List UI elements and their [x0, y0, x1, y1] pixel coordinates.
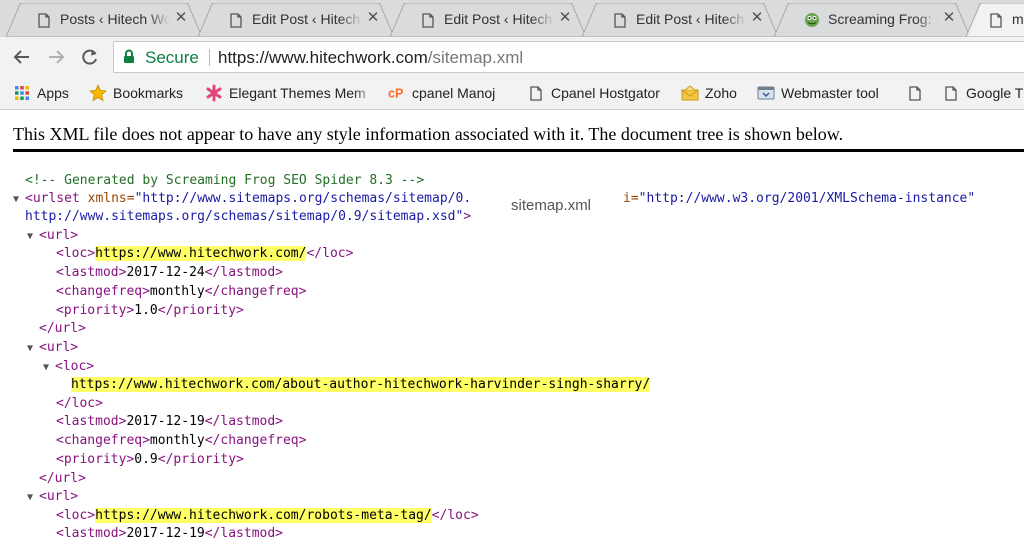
apps-grid-icon	[13, 84, 31, 102]
collapse-triangle-icon[interactable]: ▼	[27, 489, 39, 507]
tab-title: Edit Post ‹ Hitech W	[444, 11, 554, 27]
url-origin: https://www.hitechwork.com	[218, 48, 428, 67]
bookmark-label: Google T	[966, 85, 1024, 101]
xml-url-open[interactable]: ▼ <url>	[27, 488, 78, 506]
page-icon	[942, 84, 960, 102]
xml-loc: <loc>https://www.hitechwork.com/</loc>	[56, 246, 354, 261]
xml-urlset-attr2: i="http://www.w3.org/2001/XMLSchema-inst…	[623, 191, 976, 206]
tab-strip: Posts ‹ Hitech Wor ✕ Edit Post ‹ Hitech …	[0, 0, 1024, 37]
tab-edit-post-2[interactable]: Edit Post ‹ Hitech W ✕	[390, 3, 586, 37]
omnibox-divider	[209, 49, 210, 66]
page-icon	[906, 84, 924, 102]
close-icon[interactable]: ✕	[172, 9, 190, 27]
cpanel-icon: cP	[388, 84, 406, 102]
reload-icon	[82, 49, 97, 65]
close-icon[interactable]: ✕	[940, 9, 958, 27]
loc-value: https://www.hitechwork.com/	[95, 246, 307, 261]
back-button[interactable]	[10, 45, 34, 69]
tab-edit-post-1[interactable]: Edit Post ‹ Hitech W ✕	[198, 3, 394, 37]
page-icon	[612, 12, 628, 28]
star-icon	[89, 84, 107, 102]
xml-lastmod: <lastmod>2017-12-19</lastmod>	[56, 526, 284, 541]
svg-text:cP: cP	[388, 87, 403, 101]
collapse-triangle-icon[interactable]: ▼	[27, 228, 39, 246]
forward-arrow-icon	[49, 50, 65, 64]
tab-screaming-frog[interactable]: Screaming Frog: S ✕	[774, 3, 970, 37]
bookmark-cpanel-hostgator[interactable]: Cpanel Hostgator	[527, 84, 660, 102]
bookmark-label: Cpanel Hostgator	[551, 85, 660, 101]
bookmarks-bar: Apps Bookmarks Elegant Themes Mem cP cpa…	[0, 77, 1024, 110]
bookmark-bookmarks[interactable]: Bookmarks	[89, 84, 183, 102]
url-text: https://www.hitechwork.com/sitemap.xml	[218, 48, 523, 68]
xml-url-close: </url>	[39, 321, 86, 336]
xml-loc-value: https://www.hitechwork.com/about-author-…	[71, 376, 651, 394]
bookmark-apps[interactable]: Apps	[13, 84, 69, 102]
secure-label: Secure	[145, 48, 199, 67]
elegant-themes-icon	[205, 84, 223, 102]
bookmark-label: Bookmarks	[113, 85, 184, 101]
bookmark-google[interactable]: Google T	[942, 84, 1023, 102]
xml-lastmod: <lastmod>2017-12-19</lastmod>	[56, 414, 284, 429]
page-icon	[527, 84, 545, 102]
bookmark-elegant-themes[interactable]: Elegant Themes Mem	[205, 84, 375, 102]
bookmark-label: Elegant Themes Mem	[229, 85, 366, 101]
close-icon[interactable]: ✕	[748, 9, 766, 27]
collapse-triangle-icon[interactable]: ▼	[27, 340, 39, 358]
page-icon	[36, 12, 52, 28]
tab-title: m	[1012, 11, 1024, 27]
xml-loc-open[interactable]: ▼ <loc>	[43, 358, 94, 376]
close-icon[interactable]: ✕	[556, 9, 574, 27]
loc-value: https://www.hitechwork.com/about-author-…	[71, 377, 651, 392]
page-content: This XML file does not appear to have an…	[0, 110, 1024, 545]
collapse-triangle-icon[interactable]: ▼	[13, 191, 25, 209]
tab-title: Screaming Frog: S	[828, 11, 938, 27]
xml-priority: <priority>0.9</priority>	[56, 452, 244, 467]
xml-changefreq: <changefreq>monthly</changefreq>	[56, 433, 307, 448]
zoho-icon	[681, 84, 699, 102]
tab-title: Edit Post ‹ Hitech W	[252, 11, 362, 27]
xml-loc-close: </loc>	[56, 396, 103, 411]
xml-comment: <!-- Generated by Screaming Frog SEO Spi…	[25, 173, 425, 188]
tab-posts[interactable]: Posts ‹ Hitech Wor ✕	[6, 3, 202, 37]
xml-lastmod: <lastmod>2017-12-24</lastmod>	[56, 265, 284, 280]
xml-urlset-open[interactable]: ▼ <urlset xmlns="http://www.sitemaps.org/…	[13, 190, 471, 208]
reload-button[interactable]	[78, 45, 102, 69]
close-icon[interactable]: ✕	[364, 9, 382, 27]
xml-url-open[interactable]: ▼ <url>	[27, 339, 78, 357]
tab-title: Edit Post ‹ Hitech W	[636, 11, 746, 27]
collapse-triangle-icon[interactable]: ▼	[43, 359, 55, 377]
loc-value: https://www.hitechwork.com/robots-meta-t…	[95, 508, 432, 523]
bookmark-webmaster-tool[interactable]: Webmaster tool	[757, 84, 879, 102]
url-path: /sitemap.xml	[427, 48, 524, 67]
xml-url-close: </url>	[39, 471, 86, 486]
tab-edit-post-3[interactable]: Edit Post ‹ Hitech W ✕	[582, 3, 778, 37]
frog-icon	[804, 12, 820, 28]
bookmark-label: Zoho	[705, 85, 737, 101]
address-bar[interactable]: Secure https://www.hitechwork.com/sitema…	[113, 41, 1024, 73]
xml-url-open[interactable]: ▼ <url>	[27, 227, 78, 245]
xml-priority: <priority>1.0</priority>	[56, 303, 244, 318]
forward-button[interactable]	[44, 45, 68, 69]
bookmark-cpanel-manoj[interactable]: cP cpanel Manoj	[388, 84, 495, 102]
page-icon	[420, 12, 436, 28]
lock-icon	[123, 49, 135, 69]
bookmark-label: Webmaster tool	[781, 85, 879, 101]
xml-loc: <loc>https://www.hitechwork.com/robots-m…	[56, 508, 479, 523]
bookmark-label: cpanel Manoj	[412, 85, 496, 101]
page-icon	[228, 12, 244, 28]
back-arrow-icon	[13, 50, 29, 64]
notice-divider	[13, 149, 1024, 152]
tab-active-sitemap[interactable]: m	[966, 3, 1024, 37]
xml-style-notice: This XML file does not appear to have an…	[13, 124, 844, 144]
tab-title: Posts ‹ Hitech Wor	[60, 11, 170, 27]
bookmark-label: Apps	[37, 85, 69, 101]
tab-hover-tooltip: sitemap.xml	[511, 197, 592, 214]
xml-urlset-schema: http://www.sitemaps.org/schemas/sitemap/…	[25, 209, 472, 224]
bookmark-untitled[interactable]	[906, 84, 930, 102]
bookmark-zoho[interactable]: Zoho	[681, 84, 737, 102]
page-icon	[988, 12, 1004, 28]
webmaster-icon	[757, 84, 775, 102]
xml-changefreq: <changefreq>monthly</changefreq>	[56, 284, 307, 299]
browser-toolbar: Secure https://www.hitechwork.com/sitema…	[0, 37, 1024, 77]
